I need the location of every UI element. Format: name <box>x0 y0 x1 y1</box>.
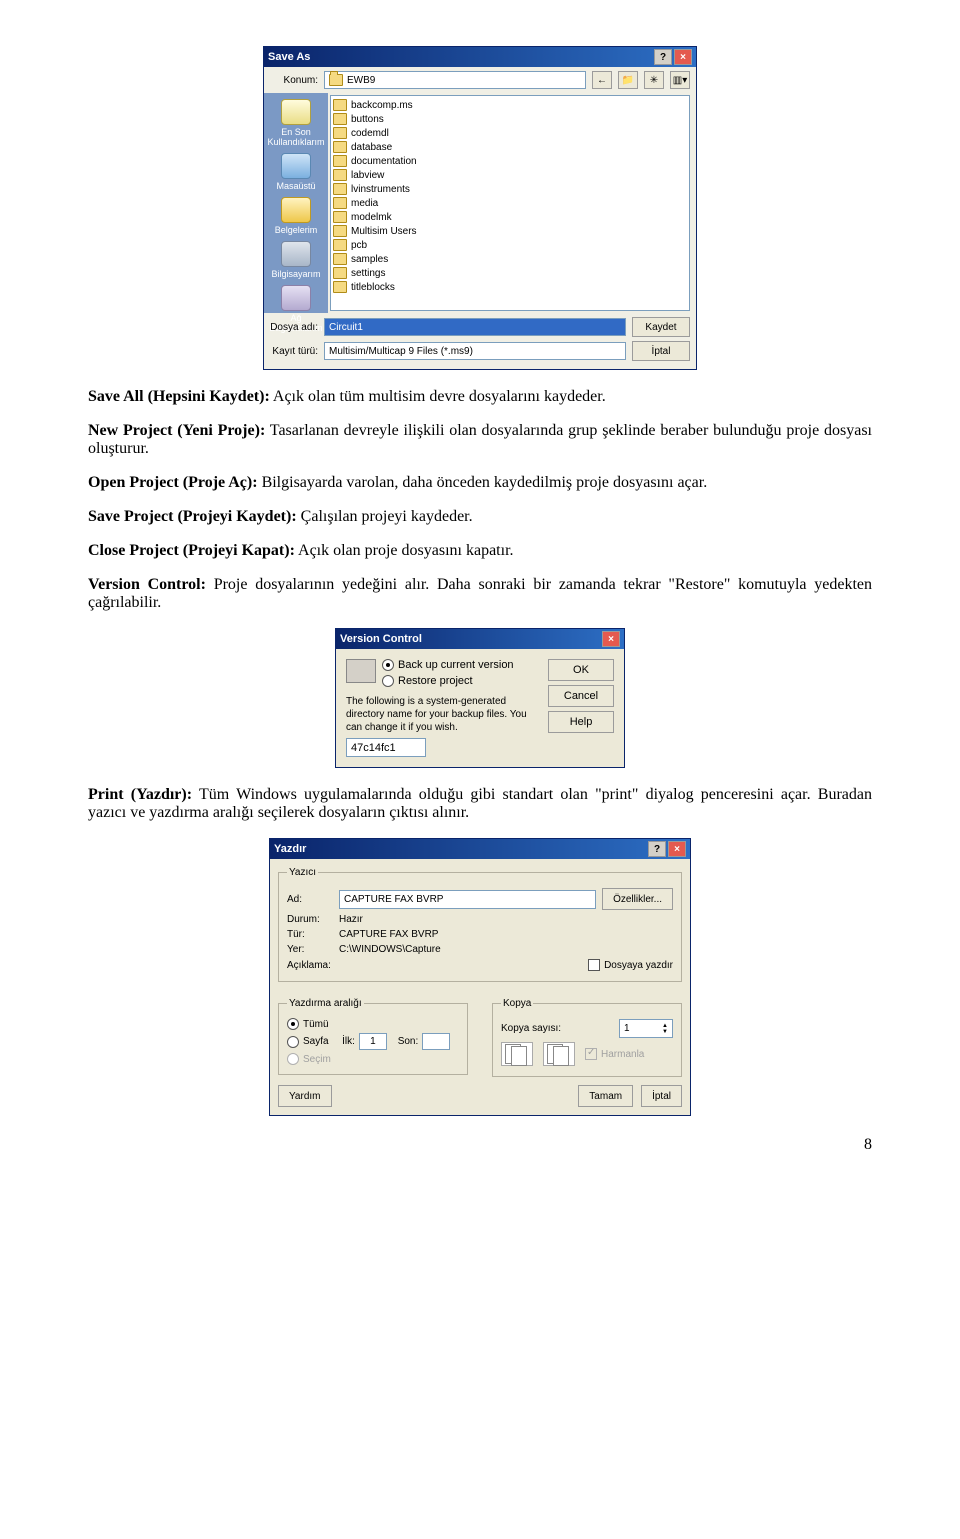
list-item[interactable]: pcb <box>333 238 687 252</box>
radio-pages[interactable]: Sayfa İlk: 1 Son: <box>287 1033 459 1050</box>
list-item[interactable]: database <box>333 140 687 154</box>
close-icon[interactable]: × <box>674 49 692 65</box>
folder-icon <box>346 659 376 683</box>
para-saveproject: Save Project (Projeyi Kaydet): Çalışılan… <box>88 508 872 526</box>
list-item[interactable]: backcomp.ms <box>333 98 687 112</box>
location-dropdown[interactable]: EWB9 <box>324 71 586 89</box>
list-item[interactable]: settings <box>333 266 687 280</box>
save-button[interactable]: Kaydet <box>632 317 690 337</box>
filename-label: Dosya adı: <box>270 322 318 333</box>
to-input[interactable] <box>422 1033 450 1050</box>
location-label: Konum: <box>270 75 318 86</box>
help-button[interactable]: Help <box>548 711 614 733</box>
printer-group: Yazıcı Ad: CAPTURE FAX BVRP Özellikler..… <box>278 867 682 982</box>
list-item[interactable]: documentation <box>333 154 687 168</box>
page-number: 8 <box>88 1136 872 1154</box>
dialog-title: Yazdır <box>274 843 646 855</box>
help-button[interactable]: Yardım <box>278 1085 332 1107</box>
file-list[interactable]: backcomp.ms buttons codemdl database doc… <box>330 95 690 311</box>
collate-icon <box>501 1042 533 1066</box>
range-group: Yazdırma aralığı Tümü Sayfa İlk: 1 Son: … <box>278 998 468 1075</box>
place-docs[interactable]: Belgelerim <box>267 195 325 237</box>
ok-button[interactable]: Tamam <box>578 1085 633 1107</box>
filetype-label: Kayıt türü: <box>270 346 318 357</box>
collate-icon <box>543 1042 575 1066</box>
where-value: C:\WINDOWS\Capture <box>339 944 441 955</box>
list-item[interactable]: lvinstruments <box>333 182 687 196</box>
list-item[interactable]: media <box>333 196 687 210</box>
list-item[interactable]: modelmk <box>333 210 687 224</box>
up-icon[interactable]: 📁 <box>618 71 638 89</box>
titlebar[interactable]: Version Control × <box>336 629 624 649</box>
vc-description: The following is a system-generated dire… <box>346 695 538 734</box>
folder-icon <box>329 74 343 86</box>
help-icon[interactable]: ? <box>654 49 672 65</box>
place-desktop[interactable]: Masaüstü <box>267 151 325 193</box>
ok-button[interactable]: OK <box>548 659 614 681</box>
vc-dirname-input[interactable]: 47c14fc1 <box>346 738 426 757</box>
viewmode-icon[interactable]: ▥▾ <box>670 71 690 89</box>
collate-checkbox[interactable]: ✓ Harmanla <box>585 1048 644 1060</box>
copy-group: Kopya Kopya sayısı: 1 ▲▼ ✓ <box>492 998 682 1077</box>
name-label: Ad: <box>287 894 333 905</box>
cancel-button[interactable]: Cancel <box>548 685 614 707</box>
status-value: Hazır <box>339 914 363 925</box>
radio-selection: Seçim <box>287 1053 459 1065</box>
place-recent[interactable]: En Son Kullandıklarım <box>267 97 325 149</box>
radio-all[interactable]: Tümü <box>287 1018 459 1030</box>
back-icon[interactable]: ← <box>592 71 612 89</box>
cancel-button[interactable]: İptal <box>641 1085 682 1107</box>
list-item[interactable]: codemdl <box>333 126 687 140</box>
close-icon[interactable]: × <box>668 841 686 857</box>
newfolder-icon[interactable]: ✳ <box>644 71 664 89</box>
copies-spinner[interactable]: 1 ▲▼ <box>619 1019 673 1038</box>
filetype-dropdown[interactable]: Multisim/Multicap 9 Files (*.ms9) <box>324 342 626 360</box>
from-input[interactable]: 1 <box>359 1033 387 1050</box>
para-print: Print (Yazdır): Tüm Windows uygulamaları… <box>88 786 872 822</box>
print-to-file-checkbox[interactable]: Dosyaya yazdır <box>588 959 673 971</box>
place-computer[interactable]: Bilgisayarım <box>267 239 325 281</box>
titlebar[interactable]: Yazdır ? × <box>270 839 690 859</box>
titlebar[interactable]: Save As ? × <box>264 47 696 67</box>
save-as-dialog: Save As ? × Konum: EWB9 ← 📁 ✳ ▥▾ En Son … <box>263 46 697 370</box>
para-closeproject: Close Project (Projeyi Kapat): Açık olan… <box>88 542 872 560</box>
list-item[interactable]: titleblocks <box>333 280 687 294</box>
properties-button[interactable]: Özellikler... <box>602 888 673 910</box>
dialog-title: Version Control <box>340 633 600 645</box>
radio-backup[interactable]: Back up current version <box>382 659 538 671</box>
type-value: CAPTURE FAX BVRP <box>339 929 438 940</box>
list-item[interactable]: Multisim Users <box>333 224 687 238</box>
printer-dropdown[interactable]: CAPTURE FAX BVRP <box>339 890 596 909</box>
close-icon[interactable]: × <box>602 631 620 647</box>
para-saveall: Save All (Hepsini Kaydet): Açık olan tüm… <box>88 388 872 406</box>
para-newproject: New Project (Yeni Proje): Tasarlanan dev… <box>88 422 872 458</box>
help-icon[interactable]: ? <box>648 841 666 857</box>
list-item[interactable]: labview <box>333 168 687 182</box>
filename-input[interactable]: Circuit1 <box>324 318 626 336</box>
list-item[interactable]: samples <box>333 252 687 266</box>
location-value: EWB9 <box>347 75 375 86</box>
location-bar: Konum: EWB9 ← 📁 ✳ ▥▾ <box>264 67 696 93</box>
para-versioncontrol: Version Control: Proje dosyalarının yede… <box>88 576 872 612</box>
radio-restore[interactable]: Restore project <box>382 675 538 687</box>
places-bar: En Son Kullandıklarım Masaüstü Belgeleri… <box>264 93 328 313</box>
cancel-button[interactable]: İptal <box>632 341 690 361</box>
dialog-title: Save As <box>268 51 652 63</box>
list-item[interactable]: buttons <box>333 112 687 126</box>
version-control-dialog: Version Control × Back up current versio… <box>335 628 625 768</box>
para-openproject: Open Project (Proje Aç): Bilgisayarda va… <box>88 474 872 492</box>
print-dialog: Yazdır ? × Yazıcı Ad: CAPTURE FAX BVRP Ö… <box>269 838 691 1116</box>
